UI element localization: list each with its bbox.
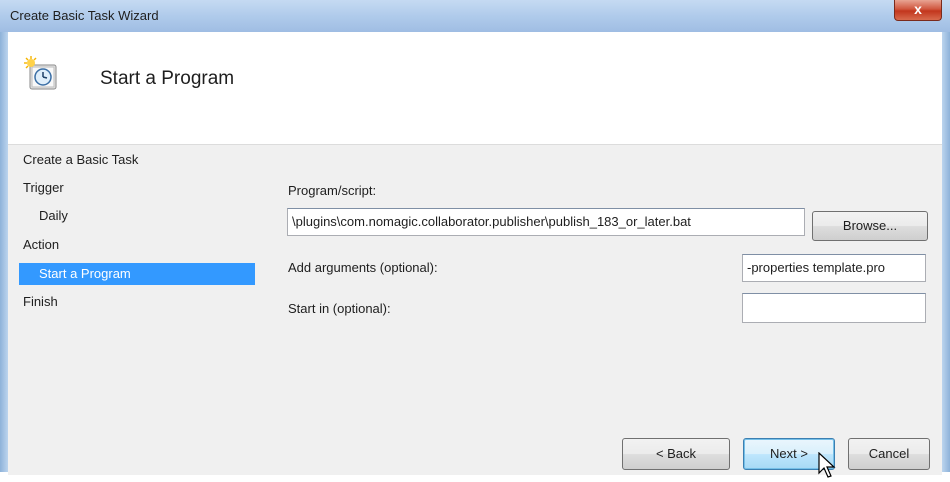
start-in-label: Start in (optional):	[288, 301, 391, 316]
back-button[interactable]: < Back	[622, 438, 730, 470]
program-script-field[interactable]: \plugins\com.nomagic.collaborator.publis…	[287, 208, 805, 236]
mouse-cursor-icon	[818, 452, 836, 478]
start-in-field[interactable]	[742, 293, 926, 323]
cancel-button[interactable]: Cancel	[848, 438, 930, 470]
scheduled-task-clock-icon	[24, 56, 57, 90]
close-button[interactable]: x	[894, 0, 942, 21]
window-left-border	[0, 32, 8, 472]
nav-item-action[interactable]: Action	[23, 234, 59, 256]
title-bar[interactable]: Create Basic Task Wizard x	[0, 0, 950, 33]
nav-item-finish[interactable]: Finish	[23, 291, 58, 313]
nav-item-trigger[interactable]: Trigger	[23, 177, 64, 199]
browse-button[interactable]: Browse...	[812, 211, 928, 241]
arguments-field[interactable]: -properties template.pro	[742, 254, 926, 282]
nav-item-start-a-program[interactable]: Start a Program	[19, 263, 255, 285]
wizard-header: Start a Program	[8, 32, 942, 144]
window-right-border	[942, 32, 950, 472]
nav-item-daily[interactable]: Daily	[39, 205, 68, 227]
close-icon: x	[914, 1, 922, 17]
wizard-content: Create a Basic Task Trigger Daily Action…	[8, 145, 942, 475]
arguments-label: Add arguments (optional):	[288, 260, 438, 275]
window-title: Create Basic Task Wizard	[10, 8, 159, 23]
program-script-label: Program/script:	[288, 183, 377, 198]
page-title: Start a Program	[100, 68, 235, 89]
nav-item-create-basic-task[interactable]: Create a Basic Task	[23, 149, 138, 171]
wizard-window: Create Basic Task Wizard x Start a Progr…	[0, 0, 950, 482]
